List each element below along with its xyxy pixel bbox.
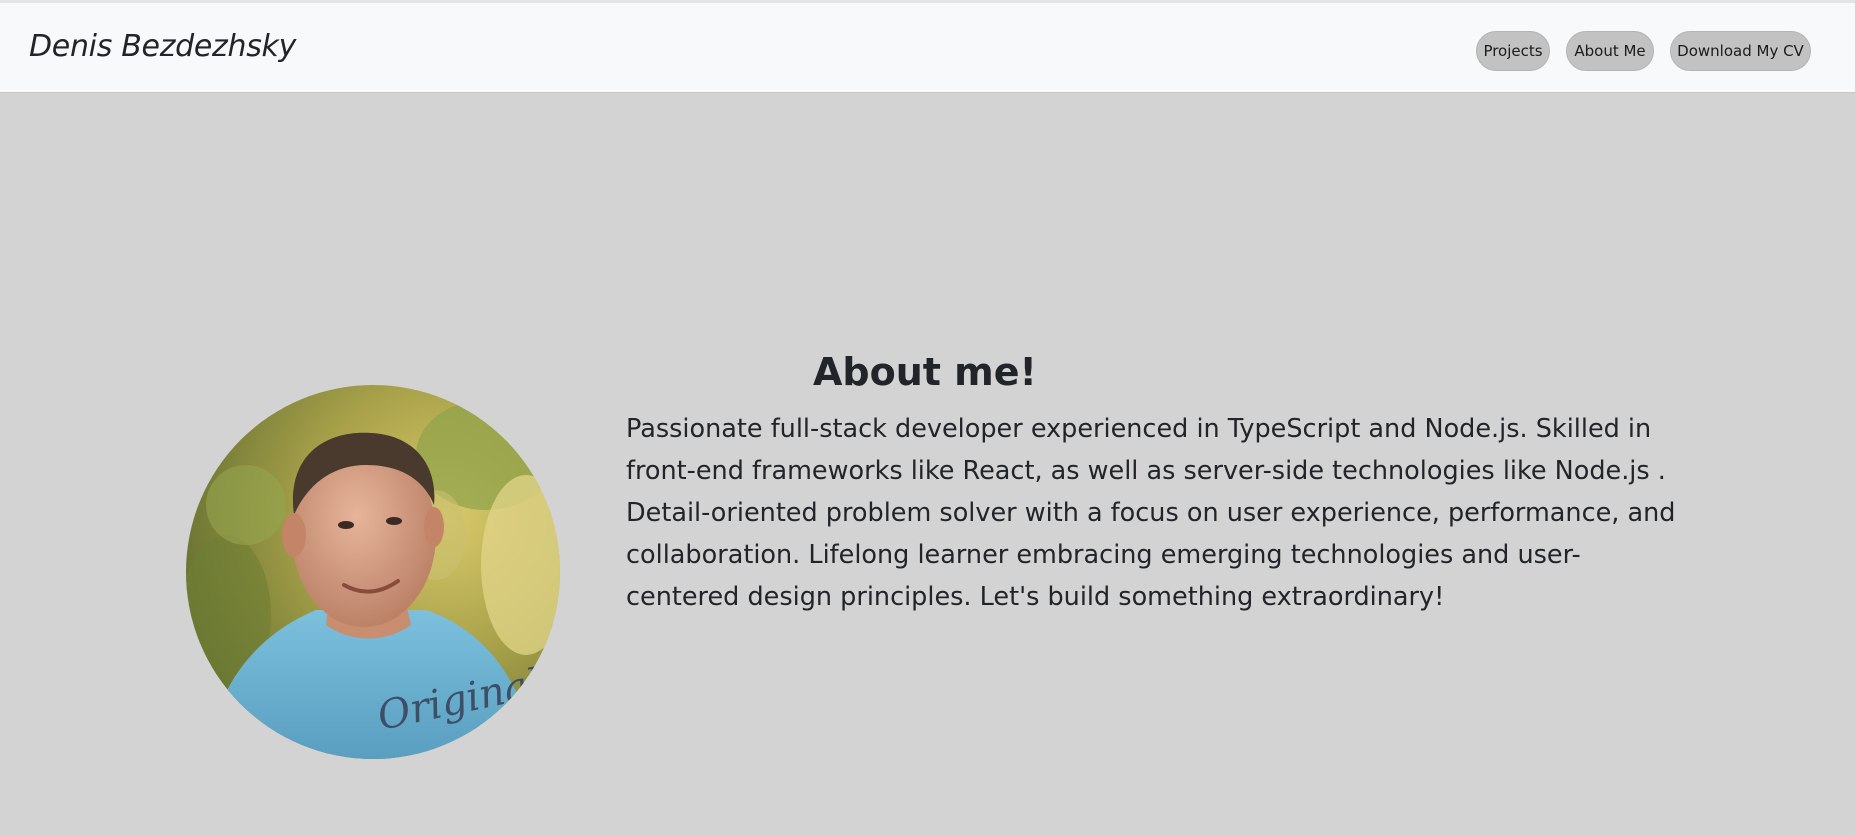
projects-button[interactable]: Projects <box>1476 31 1550 71</box>
section-title: About me! <box>813 350 1037 394</box>
about-description: Passionate full-stack developer experien… <box>626 414 1676 612</box>
download-cv-button[interactable]: Download My CV <box>1670 31 1811 71</box>
about-me-button[interactable]: About Me <box>1566 31 1654 71</box>
profile-photo: Originals <box>186 385 560 759</box>
nav-menu: Projects About Me Download My CV <box>1476 31 1811 71</box>
navbar: Denis Bezdezhsky Projects About Me Downl… <box>0 0 1855 93</box>
brand-name[interactable]: Denis Bezdezhsky <box>29 29 296 64</box>
